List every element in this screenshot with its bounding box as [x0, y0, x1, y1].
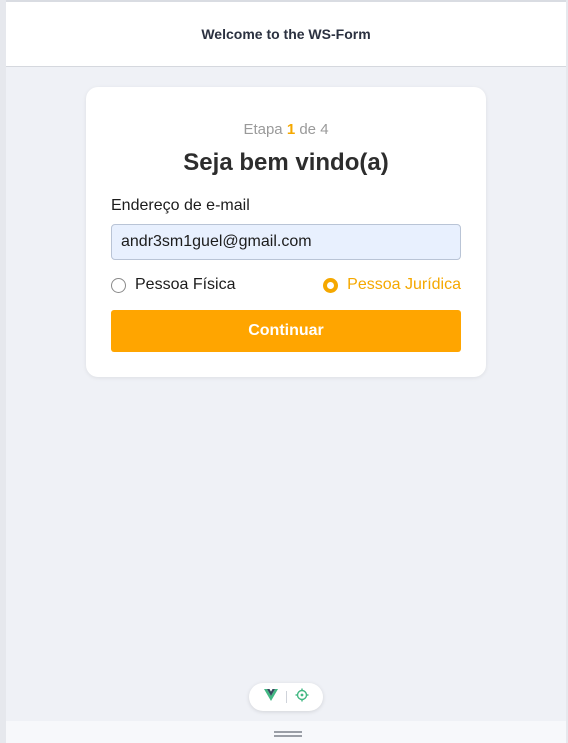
- radio-label-pessoa-juridica[interactable]: Pessoa Jurídica: [347, 276, 461, 294]
- step-prefix: Etapa: [243, 121, 283, 138]
- radio-pessoa-fisica[interactable]: Pessoa Física: [111, 273, 235, 297]
- radio-pessoa-juridica[interactable]: Pessoa Jurídica: [323, 273, 461, 297]
- step-current: 1: [286, 121, 296, 138]
- radio-unchecked-icon[interactable]: [111, 277, 126, 293]
- email-field[interactable]: [111, 224, 461, 260]
- step-total: 4: [320, 121, 329, 138]
- vue-devtools-toggle[interactable]: [249, 683, 323, 711]
- app-frame: Welcome to the WS-Form Etapa 1 de 4 Seja…: [6, 0, 566, 743]
- registration-card: Etapa 1 de 4 Seja bem vindo(a) Endereço …: [86, 87, 486, 377]
- devtools-separator: [285, 691, 287, 703]
- person-type-group: Pessoa Física Pessoa Jurídica: [111, 273, 461, 297]
- inspector-target-icon[interactable]: [295, 688, 309, 707]
- vue-logo-icon[interactable]: [263, 688, 278, 706]
- page-title: Welcome to the WS-Form: [201, 26, 371, 42]
- radio-label-pessoa-fisica[interactable]: Pessoa Física: [135, 276, 235, 294]
- top-bar: Welcome to the WS-Form: [6, 0, 566, 67]
- step-separator: de: [299, 121, 317, 138]
- continue-button[interactable]: Continuar: [111, 310, 461, 352]
- email-label: Endereço de e-mail: [111, 197, 250, 214]
- step-indicator: Etapa 1 de 4: [86, 121, 486, 138]
- radio-checked-icon[interactable]: [323, 277, 339, 293]
- bottom-drawer-bar: [6, 721, 566, 743]
- drag-handle-icon[interactable]: [274, 731, 302, 737]
- welcome-heading: Seja bem vindo(a): [183, 149, 389, 176]
